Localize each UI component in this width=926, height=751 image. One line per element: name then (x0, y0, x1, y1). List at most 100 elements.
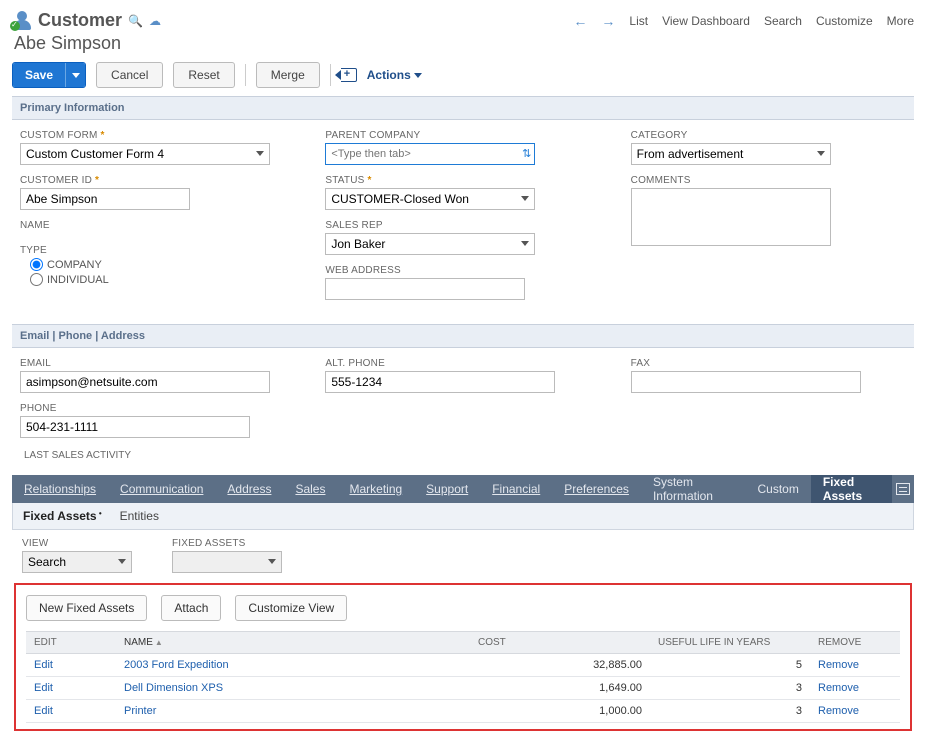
status-select[interactable]: CUSTOMER-Closed Won (325, 188, 535, 210)
fixed-assets-sublist: New Fixed Assets Attach Customize View E… (14, 583, 912, 731)
fixed-assets-table: EDIT NAME▲ COST USEFUL LIFE IN YEARS REM… (26, 631, 900, 723)
save-button[interactable]: Save (13, 63, 65, 87)
type-company-radio[interactable] (30, 258, 43, 271)
attach-button[interactable]: Attach (161, 595, 221, 621)
sales-rep-select[interactable]: Jon Baker (325, 233, 535, 255)
life-cell: 3 (650, 700, 810, 723)
web-address-input[interactable] (325, 278, 525, 300)
label-comments: COMMENTS (631, 175, 906, 186)
tab-fixed-assets[interactable]: Fixed Assets (811, 475, 892, 503)
nav-forward[interactable]: → (601, 13, 615, 29)
record-header: Customer 🔍 ☁ ← → List View Dashboard Sea… (12, 10, 914, 31)
label-customer-id: CUSTOMER ID (20, 175, 295, 186)
life-cell: 3 (650, 677, 810, 700)
cancel-button[interactable]: Cancel (96, 62, 163, 88)
sort-asc-icon: ▲ (155, 638, 163, 647)
label-custom-form: CUSTOM FORM (20, 130, 295, 141)
asset-name-link[interactable]: 2003 Ford Expedition (124, 659, 229, 671)
tab-strip: Relationships Communication Address Sale… (12, 475, 914, 503)
merge-button[interactable]: Merge (256, 62, 320, 88)
asset-name-link[interactable]: Printer (124, 705, 156, 717)
save-dropdown[interactable] (65, 63, 85, 87)
remove-link[interactable]: Remove (818, 659, 859, 671)
col-edit[interactable]: EDIT (26, 632, 116, 654)
label-view: VIEW (22, 538, 132, 549)
tab-communication[interactable]: Communication (108, 475, 215, 503)
section-primary: Primary Information (12, 96, 914, 120)
edit-link[interactable]: Edit (34, 659, 53, 671)
label-name: NAME (20, 220, 295, 231)
label-fax: FAX (631, 358, 906, 369)
fixed-assets-filter-select[interactable] (172, 551, 282, 573)
nav-customize[interactable]: Customize (816, 14, 873, 28)
tab-financial[interactable]: Financial (480, 475, 552, 503)
subtab-entities[interactable]: Entities (120, 509, 159, 523)
category-select[interactable]: From advertisement (631, 143, 831, 165)
col-name[interactable]: NAME▲ (116, 632, 470, 654)
remove-link[interactable]: Remove (818, 705, 859, 717)
expand-icon[interactable] (341, 68, 357, 82)
label-status: STATUS (325, 175, 600, 186)
subtab-row: Fixed Assets Entities (12, 503, 914, 530)
label-category: CATEGORY (631, 130, 906, 141)
nav-search[interactable]: Search (764, 14, 802, 28)
cost-cell: 32,885.00 (470, 654, 650, 677)
alt-phone-input[interactable] (325, 371, 555, 393)
table-row: Edit Printer 1,000.003 Remove (26, 700, 900, 723)
label-phone: PHONE (20, 403, 295, 414)
record-type: Customer (38, 10, 122, 31)
actions-menu[interactable]: Actions (367, 68, 422, 82)
fax-input[interactable] (631, 371, 861, 393)
nav-view-dashboard[interactable]: View Dashboard (662, 14, 750, 28)
separator (245, 64, 246, 86)
email-input[interactable] (20, 371, 270, 393)
nav-back[interactable]: ← (573, 13, 587, 29)
label-alt-phone: ALT. PHONE (325, 358, 600, 369)
tab-address[interactable]: Address (215, 475, 283, 503)
customer-id-input[interactable] (20, 188, 190, 210)
tab-preferences[interactable]: Preferences (552, 475, 641, 503)
tab-overflow-icon[interactable] (892, 475, 914, 503)
save-button-group: Save (12, 62, 86, 88)
table-row: EditDell Dimension XPS1,649.003Remove (26, 677, 900, 700)
cost-cell: 1,000.00 (470, 700, 650, 723)
label-type: TYPE (20, 245, 295, 256)
view-select[interactable]: Search (22, 551, 132, 573)
customize-view-button[interactable]: Customize View (235, 595, 347, 621)
table-row: Edit 2003 Ford Expedition 32,885.005 Remove (26, 654, 900, 677)
custom-form-select[interactable]: Custom Customer Form 4 (20, 143, 270, 165)
life-cell: 5 (650, 654, 810, 677)
comments-textarea[interactable] (631, 188, 831, 246)
tab-relationships[interactable]: Relationships (12, 475, 108, 503)
phone-input[interactable] (20, 416, 250, 438)
parent-company-input[interactable] (325, 143, 535, 165)
nav-list[interactable]: List (629, 14, 648, 28)
label-web-address: WEB ADDRESS (325, 265, 600, 276)
label-last-sales: LAST SALES ACTIVITY (24, 450, 295, 461)
subtab-fixed-assets[interactable]: Fixed Assets (23, 509, 102, 523)
record-name: Abe Simpson (14, 33, 914, 54)
reset-button[interactable]: Reset (173, 62, 234, 88)
label-fixed-assets-filter: FIXED ASSETS (172, 538, 282, 549)
tab-marketing[interactable]: Marketing (337, 475, 414, 503)
search-icon[interactable]: 🔍 (128, 14, 143, 28)
new-fixed-assets-button[interactable]: New Fixed Assets (26, 595, 147, 621)
type-individual-radio[interactable] (30, 273, 43, 286)
col-cost[interactable]: COST (470, 632, 650, 654)
customer-icon (12, 11, 32, 31)
col-remove[interactable]: REMOVE (810, 632, 900, 654)
label-sales-rep: SALES REP (325, 220, 600, 231)
tab-support[interactable]: Support (414, 475, 480, 503)
col-life[interactable]: USEFUL LIFE IN YEARS (650, 632, 810, 654)
nav-more[interactable]: More (887, 14, 914, 28)
action-bar: Save Cancel Reset Merge Actions (12, 62, 914, 88)
filter-row: VIEW Search FIXED ASSETS (12, 530, 914, 577)
tab-system-info[interactable]: System Information (641, 475, 746, 503)
tab-sales[interactable]: Sales (283, 475, 337, 503)
edit-link[interactable]: Edit (34, 705, 53, 717)
label-parent-company: PARENT COMPANY (325, 130, 600, 141)
separator (330, 64, 331, 86)
help-icon[interactable]: ☁ (149, 14, 161, 28)
tab-custom[interactable]: Custom (745, 475, 810, 503)
label-email: EMAIL (20, 358, 295, 369)
